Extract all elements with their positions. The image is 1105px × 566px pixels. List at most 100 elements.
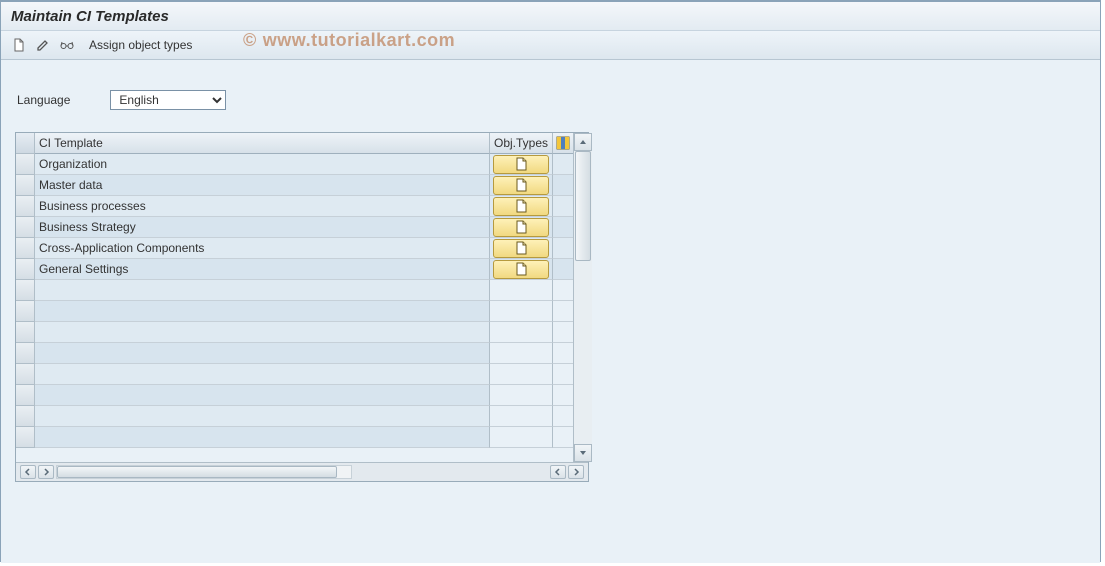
row-trailing-cell — [553, 196, 573, 217]
col-header-objtypes[interactable]: Obj.Types — [490, 133, 553, 154]
table-row: Cross-Application Components — [16, 238, 573, 259]
horizontal-scrollbar[interactable] — [16, 462, 588, 481]
row-trailing-cell — [553, 154, 573, 175]
document-icon — [515, 199, 528, 213]
ci-template-cell — [35, 385, 490, 406]
hscroll-left2-icon[interactable] — [550, 465, 566, 479]
assign-object-types-button[interactable]: Assign object types — [81, 35, 200, 55]
row-selector[interactable] — [16, 343, 35, 364]
table-row — [16, 427, 573, 448]
ci-template-cell[interactable]: Organization — [35, 154, 490, 175]
row-trailing-cell — [553, 364, 573, 385]
row-selector[interactable] — [16, 154, 35, 175]
ci-template-cell[interactable]: Master data — [35, 175, 490, 196]
ci-template-cell — [35, 280, 490, 301]
ci-template-table: CI Template Obj.Types Organization — [15, 132, 589, 482]
document-icon — [515, 157, 528, 171]
obj-types-cell — [490, 385, 553, 406]
obj-types-cell — [490, 364, 553, 385]
hscroll-right2-icon[interactable] — [568, 465, 584, 479]
obj-types-button[interactable] — [493, 239, 549, 258]
table-row — [16, 301, 573, 322]
row-trailing-cell — [553, 427, 573, 448]
hscroll-thumb[interactable] — [57, 466, 337, 478]
obj-types-button[interactable] — [493, 197, 549, 216]
obj-types-cell — [490, 217, 553, 238]
row-trailing-cell — [553, 280, 573, 301]
table-row — [16, 385, 573, 406]
row-trailing-cell — [553, 301, 573, 322]
obj-types-button[interactable] — [493, 155, 549, 174]
row-selector[interactable] — [16, 385, 35, 406]
scroll-up-icon[interactable] — [574, 133, 592, 151]
row-selector[interactable] — [16, 322, 35, 343]
ci-template-cell — [35, 406, 490, 427]
row-selector[interactable] — [16, 238, 35, 259]
row-trailing-cell — [553, 217, 573, 238]
table-row: Master data — [16, 175, 573, 196]
document-icon — [515, 178, 528, 192]
obj-types-cell — [490, 322, 553, 343]
row-selector[interactable] — [16, 406, 35, 427]
row-trailing-cell — [553, 406, 573, 427]
scroll-down-icon[interactable] — [574, 444, 592, 462]
table-header-row: CI Template Obj.Types — [16, 133, 573, 154]
hscroll-right-icon[interactable] — [38, 465, 54, 479]
table-row: Business processes — [16, 196, 573, 217]
obj-types-cell — [490, 238, 553, 259]
ci-template-cell — [35, 364, 490, 385]
row-selector[interactable] — [16, 175, 35, 196]
col-header-template[interactable]: CI Template — [35, 133, 490, 154]
select-all-cell[interactable] — [16, 133, 35, 154]
obj-types-cell — [490, 280, 553, 301]
obj-types-button[interactable] — [493, 260, 549, 279]
ci-template-cell — [35, 343, 490, 364]
row-selector[interactable] — [16, 280, 35, 301]
document-icon — [515, 241, 528, 255]
obj-types-cell — [490, 154, 553, 175]
row-trailing-cell — [553, 322, 573, 343]
obj-types-button[interactable] — [493, 218, 549, 237]
page-title: Maintain CI Templates — [11, 8, 169, 25]
ci-template-cell[interactable]: Business Strategy — [35, 217, 490, 238]
edit-pencil-icon[interactable] — [33, 35, 53, 55]
row-selector[interactable] — [16, 196, 35, 217]
table-row: Organization — [16, 154, 573, 175]
row-selector[interactable] — [16, 364, 35, 385]
new-document-icon[interactable] — [9, 35, 29, 55]
obj-types-cell — [490, 343, 553, 364]
glasses-display-icon[interactable] — [57, 35, 77, 55]
table-row: General Settings — [16, 259, 573, 280]
obj-types-cell — [490, 175, 553, 196]
obj-types-cell — [490, 301, 553, 322]
row-selector[interactable] — [16, 427, 35, 448]
obj-types-cell — [490, 196, 553, 217]
table-row — [16, 406, 573, 427]
row-selector[interactable] — [16, 301, 35, 322]
vertical-scrollbar[interactable] — [573, 133, 592, 462]
row-trailing-cell — [553, 343, 573, 364]
obj-types-button[interactable] — [493, 176, 549, 195]
table-row — [16, 343, 573, 364]
row-trailing-cell — [553, 175, 573, 196]
ci-template-cell[interactable]: Business processes — [35, 196, 490, 217]
table-settings-icon[interactable] — [553, 133, 573, 154]
table-row — [16, 322, 573, 343]
obj-types-cell — [490, 259, 553, 280]
row-selector[interactable] — [16, 217, 35, 238]
ci-template-cell[interactable]: Cross-Application Components — [35, 238, 490, 259]
ci-template-cell — [35, 322, 490, 343]
document-icon — [515, 262, 528, 276]
obj-types-cell — [490, 406, 553, 427]
row-trailing-cell — [553, 385, 573, 406]
language-label: Language — [17, 93, 70, 107]
row-selector[interactable] — [16, 259, 35, 280]
ci-template-cell — [35, 427, 490, 448]
scroll-thumb[interactable] — [575, 151, 591, 261]
language-select[interactable]: English — [110, 90, 226, 110]
ci-template-cell — [35, 301, 490, 322]
hscroll-left-icon[interactable] — [20, 465, 36, 479]
row-trailing-cell — [553, 259, 573, 280]
table-row — [16, 364, 573, 385]
ci-template-cell[interactable]: General Settings — [35, 259, 490, 280]
